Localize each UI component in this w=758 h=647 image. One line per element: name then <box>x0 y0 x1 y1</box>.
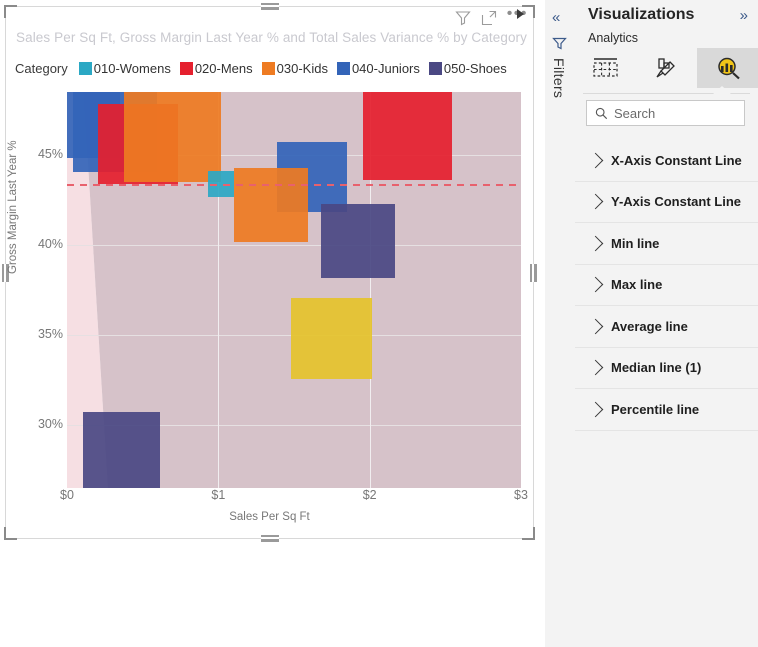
tab-analytics[interactable] <box>697 48 758 88</box>
legend-item-050-shoes[interactable]: 050-Shoes <box>428 60 507 76</box>
section-label: Median line (1) <box>611 360 702 376</box>
paintbrush-icon <box>655 58 675 78</box>
section-label: Percentile line <box>611 401 700 417</box>
filter-icon <box>552 36 568 52</box>
filters-pane-label: Filters <box>551 58 567 99</box>
legend-swatch <box>78 61 92 75</box>
section-label: Y-Axis Constant Line <box>611 194 742 210</box>
focus-mode-icon[interactable] <box>481 9 498 26</box>
section-label: Average line <box>611 318 688 334</box>
filters-pane-collapsed[interactable]: « Filters <box>545 0 576 647</box>
plot-area[interactable] <box>67 92 521 488</box>
x-axis-title: Sales Per Sq Ft <box>229 511 310 523</box>
y-tick-label: 35% <box>37 327 63 341</box>
legend-item-030-kids[interactable]: 030-Kids <box>261 60 328 76</box>
section-x-axis-constant-line[interactable]: X-Axis Constant Line <box>575 140 758 182</box>
section-percentile-line[interactable]: Percentile line <box>575 389 758 431</box>
resize-handle-top-left[interactable] <box>4 5 17 18</box>
section-label: X-Axis Constant Line <box>611 152 742 168</box>
legend-label: 030-Kids <box>276 60 328 76</box>
scatter-chart-visual[interactable]: ••• Sales Per Sq Ft, Gross Margin Last Y… <box>2 3 537 542</box>
chart-legend: Category 010-Womens 020-Mens 030-Kids 04… <box>15 58 516 78</box>
power-bi-report-view: ••• Sales Per Sq Ft, Gross Margin Last Y… <box>0 0 758 647</box>
tab-fields[interactable] <box>575 48 636 88</box>
legend-label: 050-Shoes <box>443 60 507 76</box>
legend-item-040-juniors[interactable]: 040-Juniors <box>336 60 420 76</box>
y-axis-ticks: 30% 35% 40% 45% <box>19 84 63 494</box>
legend-item-010-womens[interactable]: 010-Womens <box>78 60 171 76</box>
scatter-marker[interactable] <box>234 168 309 243</box>
plot-region: Gross Margin Last Year % 30% 35% 40% 45% $0… <box>5 84 534 539</box>
chevron-right-icon <box>587 401 604 418</box>
legend-swatch <box>336 61 350 75</box>
x-tick-label: $1 <box>211 488 226 502</box>
tab-selected-caret <box>713 86 731 94</box>
y-tick-label: 30% <box>37 417 63 431</box>
chevron-right-icon <box>587 152 604 169</box>
section-y-axis-constant-line[interactable]: Y-Axis Constant Line <box>575 181 758 223</box>
pane-subtitle: Analytics <box>588 31 639 45</box>
search-input[interactable]: Search <box>586 100 745 126</box>
section-min-line[interactable]: Min line <box>575 223 758 265</box>
section-label: Max line <box>611 277 663 293</box>
legend-label: 020-Mens <box>194 60 253 76</box>
scatter-marker[interactable] <box>124 92 222 182</box>
y-tick-label: 45% <box>37 147 63 161</box>
legend-label: 010-Womens <box>93 60 171 76</box>
median-line <box>67 183 521 186</box>
scatter-marker[interactable] <box>291 298 373 380</box>
legend-next-arrow[interactable] <box>517 9 524 19</box>
section-median-line[interactable]: Median line (1) <box>575 347 758 389</box>
legend-swatch <box>428 61 442 75</box>
tab-format[interactable] <box>636 48 697 88</box>
x-tick-label: $3 <box>514 488 528 502</box>
resize-handle-top[interactable] <box>260 3 279 10</box>
section-label: Min line <box>611 235 660 251</box>
visualizations-pane-header: Visualizations » Analytics <box>575 0 758 45</box>
x-axis-ticks: $0 $1 $2 $3 <box>5 488 534 508</box>
y-tick-label: 40% <box>37 237 63 251</box>
chevron-right-icon <box>587 318 604 335</box>
search-placeholder: Search <box>614 105 656 121</box>
fields-table-icon <box>593 58 618 77</box>
visual-title: Sales Per Sq Ft, Gross Margin Last Year … <box>16 30 528 45</box>
y-axis-title: Gross Margin Last Year % <box>7 140 19 274</box>
collapse-pane-chevron-icon[interactable]: » <box>740 8 748 23</box>
chevron-right-icon <box>587 359 604 376</box>
pane-tabs[interactable] <box>575 48 758 88</box>
scatter-marker[interactable] <box>320 204 395 279</box>
analytics-magnifier-icon <box>717 57 740 80</box>
scatter-marker[interactable] <box>363 92 452 180</box>
visualizations-pane: Visualizations » Analytics Search X-Axis… <box>575 0 758 647</box>
y-gridline <box>67 245 521 246</box>
chevron-right-icon <box>587 193 604 210</box>
legend-item-020-mens[interactable]: 020-Mens <box>179 60 253 76</box>
scatter-marker[interactable] <box>82 411 160 488</box>
legend-swatch <box>261 61 275 75</box>
expand-filters-chevron-icon[interactable]: « <box>552 10 560 25</box>
x-tick-label: $2 <box>362 488 377 502</box>
legend-label: 040-Juniors <box>351 60 420 76</box>
section-max-line[interactable]: Max line <box>575 264 758 306</box>
legend-title: Category <box>15 60 68 76</box>
analytics-sections-list: X-Axis Constant Line Y-Axis Constant Lin… <box>575 140 758 431</box>
section-average-line[interactable]: Average line <box>575 306 758 348</box>
report-canvas[interactable]: ••• Sales Per Sq Ft, Gross Margin Last Y… <box>0 0 545 647</box>
chevron-right-icon <box>587 235 604 252</box>
filter-icon[interactable] <box>455 9 472 26</box>
x-tick-label: $0 <box>60 488 74 502</box>
legend-swatch <box>179 61 193 75</box>
pane-title: Visualizations <box>588 6 695 23</box>
chevron-right-icon <box>587 276 604 293</box>
search-icon <box>595 107 608 120</box>
